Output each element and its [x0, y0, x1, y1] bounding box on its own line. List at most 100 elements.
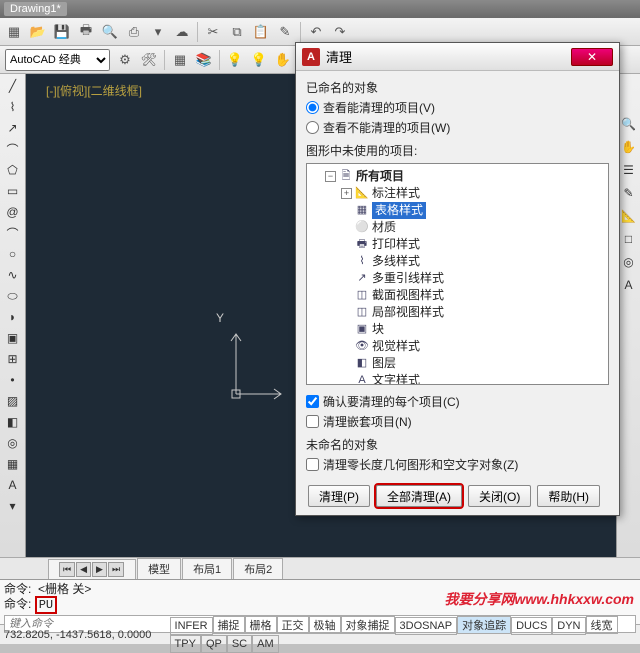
tree-item[interactable]: ▦表格样式 — [341, 202, 606, 219]
hatch-tool-icon[interactable]: ▨ — [2, 391, 24, 411]
pan-icon[interactable]: ✋ — [618, 137, 640, 157]
grid-icon[interactable]: ▦ — [169, 49, 191, 71]
document-tab[interactable]: Drawing1* — [4, 2, 67, 16]
ws-settings-icon[interactable]: ⚙ — [114, 49, 136, 71]
tree-item[interactable]: A文字样式 — [341, 372, 606, 385]
point-icon[interactable]: • — [2, 370, 24, 390]
bulb-icon[interactable]: 💡 — [248, 49, 270, 71]
status-栅格[interactable]: 栅格 — [245, 616, 277, 634]
purge-tree[interactable]: −🗎所有项目 +📐标注样式▦表格样式⚪材质🖶打印样式⌇多线样式↗多重引线样式◫截… — [306, 163, 609, 385]
hand-icon[interactable]: ✋ — [272, 49, 294, 71]
copy-icon[interactable]: ⧉ — [226, 21, 248, 43]
checkbox-zero-length[interactable]: 清理零长度几何图形和空文字对象(Z) — [306, 456, 609, 473]
command-history-2: 命令: PU — [4, 597, 636, 613]
tab-model[interactable]: 模型 — [137, 558, 181, 579]
polyline-icon[interactable]: ⌇ — [2, 97, 24, 117]
ellipse-arc-icon[interactable]: ◗ — [2, 307, 24, 327]
checkbox-confirm[interactable]: 确认要清理的每个项目(C) — [306, 393, 609, 410]
status-infer[interactable]: INFER — [170, 617, 213, 635]
radio-view-purgeable[interactable]: 查看能清理的项目(V) — [306, 99, 609, 116]
layout-tabs: ⏮◀▶⏭ 模型 布局1 布局2 — [0, 557, 640, 579]
open-icon[interactable]: 📂 — [27, 21, 49, 43]
status-ducs[interactable]: DUCS — [511, 617, 552, 635]
more-icon[interactable]: ▾ — [2, 496, 24, 516]
gradient-icon[interactable]: ◧ — [2, 412, 24, 432]
tree-item[interactable]: ▣块 — [341, 321, 606, 338]
expand-icon[interactable]: + — [341, 188, 352, 199]
insert-icon[interactable]: ⊞ — [2, 349, 24, 369]
cut-icon[interactable]: ✂ — [202, 21, 224, 43]
tab-nav[interactable]: ⏮◀▶⏭ — [48, 559, 136, 579]
dialog-titlebar[interactable]: A 清理 ✕ — [296, 43, 619, 71]
status-正交[interactable]: 正交 — [277, 616, 309, 634]
tools-icon[interactable]: 🛠 — [138, 49, 160, 71]
line-icon[interactable]: ╱ — [2, 76, 24, 96]
status-捕捉[interactable]: 捕捉 — [213, 616, 245, 634]
preview-icon[interactable]: 🔍 — [99, 21, 121, 43]
arc-icon[interactable]: ⌒ — [2, 223, 24, 243]
tree-item[interactable]: ◫截面视图样式 — [341, 287, 606, 304]
dropdown-icon[interactable]: ▾ — [147, 21, 169, 43]
ellipse-icon[interactable]: ⬭ — [2, 286, 24, 306]
plot-icon[interactable]: ⎙ — [123, 21, 145, 43]
match-icon[interactable]: ✎ — [274, 21, 296, 43]
rect-icon[interactable]: ▭ — [2, 181, 24, 201]
tab-layout2[interactable]: 布局2 — [233, 558, 283, 579]
checkbox-nested[interactable]: 清理嵌套项目(N) — [306, 413, 609, 430]
close-button[interactable]: 关闭(O) — [468, 485, 531, 507]
status-3dosnap[interactable]: 3DOSNAP — [395, 617, 458, 635]
region-icon[interactable]: ◎ — [2, 433, 24, 453]
viewport-label[interactable]: [-][俯视][二维线框] — [46, 82, 142, 99]
workspace-select[interactable]: AutoCAD 经典 — [5, 49, 110, 71]
locate-icon[interactable]: ◎ — [618, 252, 640, 272]
print-icon[interactable]: 🖶 — [75, 21, 97, 43]
tree-item[interactable]: +📐标注样式 — [341, 185, 606, 202]
status-am[interactable]: AM — [252, 635, 279, 653]
tree-item[interactable]: ◫局部视图样式 — [341, 304, 606, 321]
spline-icon[interactable]: ∿ — [2, 265, 24, 285]
tree-item[interactable]: ↗多重引线样式 — [341, 270, 606, 287]
layer-icon[interactable]: 💡 — [224, 49, 246, 71]
status-对象捕捉[interactable]: 对象捕捉 — [341, 616, 395, 634]
tree-item[interactable]: ⚪材质 — [341, 219, 606, 236]
status-对象追踪[interactable]: 对象追踪 — [457, 616, 511, 634]
tree-item[interactable]: ◧图层 — [341, 355, 606, 372]
save-icon[interactable]: 💾 — [51, 21, 73, 43]
tree-item[interactable]: ⌇多线样式 — [341, 253, 606, 270]
purge-button[interactable]: 清理(P) — [308, 485, 370, 507]
library-icon[interactable]: 📚 — [193, 49, 215, 71]
pline-icon[interactable]: ⌒ — [2, 139, 24, 159]
polygon-icon[interactable]: ⬠ — [2, 160, 24, 180]
status-极轴[interactable]: 极轴 — [309, 616, 341, 634]
item-icon[interactable]: □ — [618, 229, 640, 249]
text-icon[interactable]: A — [2, 475, 24, 495]
tree-item[interactable]: 🖶打印样式 — [341, 236, 606, 253]
status-线宽[interactable]: 线宽 — [586, 616, 618, 634]
close-icon[interactable]: ✕ — [571, 48, 613, 66]
status-sc[interactable]: SC — [227, 635, 252, 653]
wheel-icon[interactable]: ☰ — [618, 160, 640, 180]
undo-icon[interactable]: ↶ — [305, 21, 327, 43]
tool-icon[interactable]: ✎ — [618, 183, 640, 203]
status-qp[interactable]: QP — [201, 635, 227, 653]
paste-icon[interactable]: 📋 — [250, 21, 272, 43]
cloud-icon[interactable]: ☁ — [171, 21, 193, 43]
redo-icon[interactable]: ↷ — [329, 21, 351, 43]
purge-all-button[interactable]: 全部清理(A) — [376, 485, 462, 507]
collapse-icon[interactable]: − — [325, 171, 336, 182]
spiral-icon[interactable]: @ — [2, 202, 24, 222]
calc-icon[interactable]: 📐 — [618, 206, 640, 226]
status-dyn[interactable]: DYN — [552, 617, 585, 635]
radio-view-nonpurgeable[interactable]: 查看不能清理的项目(W) — [306, 119, 609, 136]
tab-layout1[interactable]: 布局1 — [182, 558, 232, 579]
status-tpy[interactable]: TPY — [170, 635, 201, 653]
circle-icon[interactable]: ○ — [2, 244, 24, 264]
zoom-icon[interactable]: 🔍 — [618, 114, 640, 134]
help-button[interactable]: 帮助(H) — [537, 485, 600, 507]
ray-icon[interactable]: ↗ — [2, 118, 24, 138]
letter-a-icon[interactable]: A — [618, 275, 640, 295]
tree-item[interactable]: 👁视觉样式 — [341, 338, 606, 355]
table-icon[interactable]: ▦ — [2, 454, 24, 474]
block-icon[interactable]: ▣ — [2, 328, 24, 348]
new-icon[interactable]: ▦ — [3, 21, 25, 43]
